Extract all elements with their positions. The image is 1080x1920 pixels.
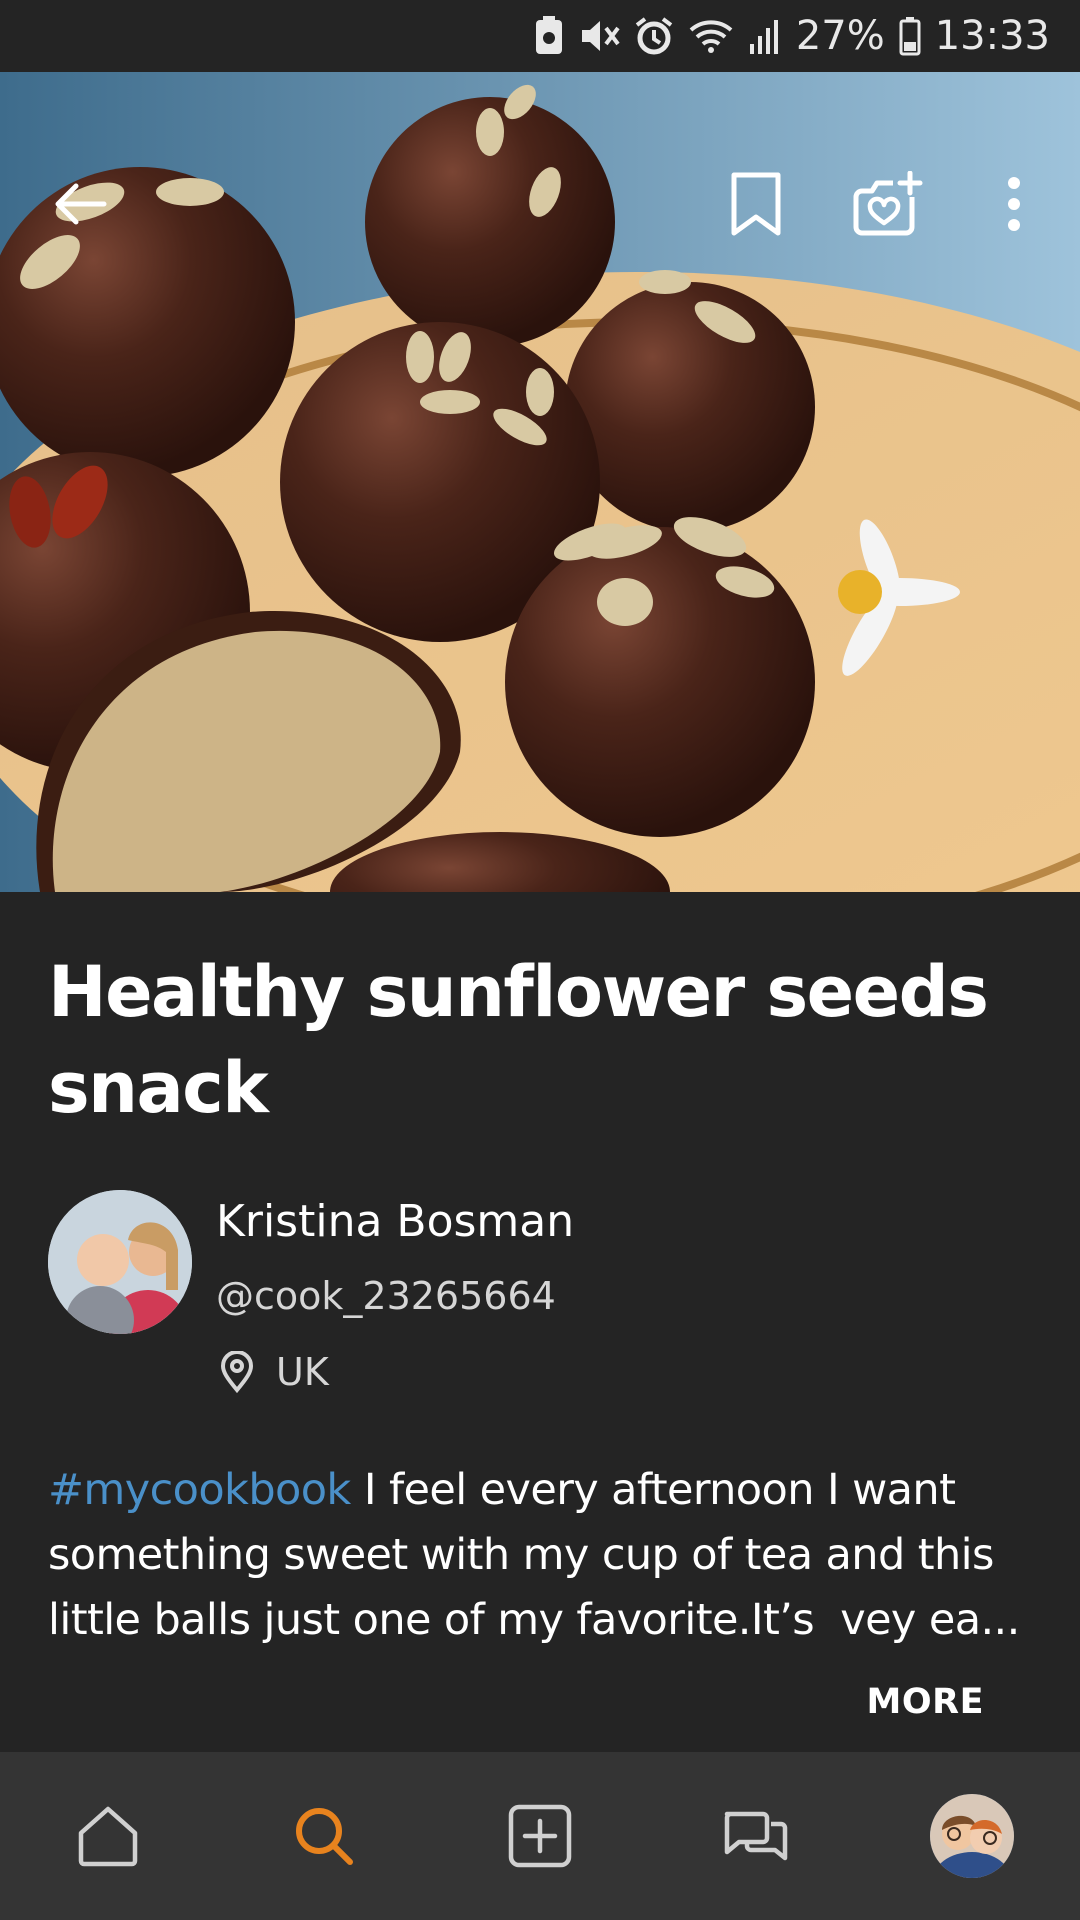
hashtag-link[interactable]: #mycookbook <box>48 1465 351 1515</box>
add-recipe-icon <box>508 1804 572 1868</box>
recipe-description: #mycookbook I feel every afternoon I wan… <box>48 1458 1028 1653</box>
back-arrow-icon <box>55 183 107 225</box>
home-icon <box>78 1806 138 1867</box>
more-button[interactable]: MORE <box>867 1682 984 1722</box>
author-avatar-image <box>48 1190 192 1334</box>
location-label: UK <box>276 1350 329 1394</box>
profile-avatar-image <box>930 1794 1014 1878</box>
battery-percent: 27% <box>795 13 885 59</box>
battery-saver-icon <box>534 16 564 56</box>
wifi-icon <box>688 16 734 56</box>
more-options-icon <box>1008 177 1020 231</box>
bookmark-icon <box>731 172 781 236</box>
bottom-nav <box>0 1752 1080 1920</box>
nav-home[interactable] <box>48 1776 168 1896</box>
author-avatar[interactable] <box>48 1190 192 1334</box>
clock: 13:33 <box>934 13 1050 59</box>
chat-icon <box>724 1811 788 1861</box>
more-options-button[interactable] <box>964 154 1064 254</box>
author-location: UK <box>220 1350 329 1394</box>
nav-add-recipe[interactable] <box>480 1776 600 1896</box>
alarm-icon <box>634 16 674 56</box>
author-handle: @cook_23265664 <box>216 1274 556 1318</box>
battery-icon <box>899 16 921 56</box>
location-pin-icon <box>220 1351 254 1393</box>
nav-search[interactable] <box>264 1776 384 1896</box>
search-icon <box>296 1808 353 1865</box>
signal-icon <box>748 16 782 56</box>
author-name[interactable]: Kristina Bosman <box>216 1196 574 1247</box>
mute-icon <box>578 16 620 56</box>
add-cooksnap-icon <box>853 171 923 236</box>
back-button[interactable] <box>30 154 130 254</box>
recipe-title: Healthy sunflower seeds snack <box>48 951 989 1129</box>
add-cooksnap-button[interactable] <box>838 154 938 254</box>
nav-profile[interactable] <box>912 1776 1032 1896</box>
nav-chat[interactable] <box>696 1776 816 1896</box>
recipe-photo <box>0 72 1080 892</box>
profile-avatar <box>930 1794 1014 1878</box>
bookmark-button[interactable] <box>706 154 806 254</box>
status-bar: 27% 13:33 <box>0 0 1080 72</box>
